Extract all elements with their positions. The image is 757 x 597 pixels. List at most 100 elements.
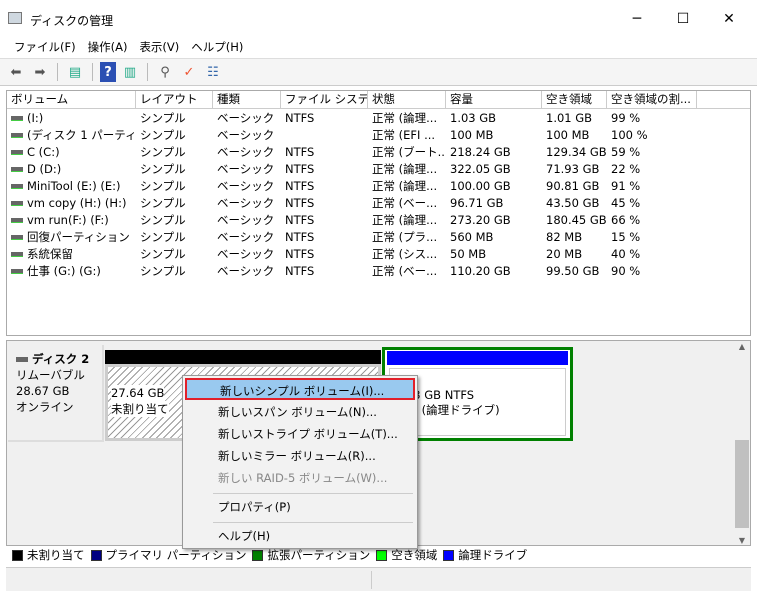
cell-text: シンプル (140, 179, 186, 193)
cell-text: 99.50 GB (546, 264, 600, 278)
properties-list-icon[interactable]: ☷ (203, 62, 223, 82)
table-row[interactable]: vm copy (H:) (H:) シンプル ベーシック NTFS 正常 (ベー... 9… (7, 195, 750, 212)
cell-text: 273.20 GB (450, 213, 511, 227)
table-row[interactable]: (I:) シンプル ベーシック NTFS 正常 (論理... 1.03 GB 1.01 GB… (7, 110, 750, 127)
cell-type: ベーシック (213, 178, 281, 195)
cell-text: 回復パーティション (27, 230, 130, 244)
menu-item-new-mirrored-volume[interactable]: 新しいミラー ボリューム(R)... (185, 445, 415, 467)
cell-volume: 仕事 (G:) (G:) (7, 263, 136, 280)
drive-icon (11, 269, 23, 274)
column-header-free-percent[interactable]: 空き領域の割... (607, 91, 697, 109)
cell-text: シンプル (140, 213, 186, 227)
menu-item-new-striped-volume[interactable]: 新しいストライプ ボリューム(T)... (185, 423, 415, 445)
cell-free-percent: 59 % (607, 144, 697, 161)
menu-item-new-spanned-volume[interactable]: 新しいスパン ボリューム(N)... (185, 401, 415, 423)
scroll-thumb[interactable] (735, 440, 749, 528)
cell-volume: MiniTool (E:) (E:) (7, 178, 136, 195)
cell-free-percent: 91 % (607, 178, 697, 195)
drive-icon (11, 150, 23, 155)
show-hide-action-pane-icon[interactable]: ▥ (120, 62, 140, 82)
cell-layout: シンプル (136, 178, 213, 195)
cell-text: MiniTool (E:) (E:) (27, 179, 121, 193)
cell-filesystem: NTFS (281, 246, 368, 263)
disk-2-label[interactable]: ディスク 2 リムーバブル 28.67 GB オンライン (8, 345, 104, 442)
cell-layout: シンプル (136, 110, 213, 127)
cell-capacity: 273.20 GB (446, 212, 542, 229)
forward-icon[interactable]: ➡ (30, 62, 50, 82)
table-row[interactable]: 系統保留 シンプル ベーシック NTFS 正常 (シス... 50 MB 20 MB 40 % (7, 246, 750, 263)
cell-text: 129.34 GB (546, 145, 607, 159)
cell-text: ベーシック (217, 111, 275, 125)
menu-action[interactable]: 操作(A) (82, 38, 134, 58)
cell-volume: vm run(F:) (F:) (7, 212, 136, 229)
disk-type: リムーバブル (16, 368, 85, 382)
column-header-capacity[interactable]: 容量 (446, 91, 542, 109)
cell-layout: シンプル (136, 144, 213, 161)
menu-file[interactable]: ファイル(F) (8, 38, 82, 58)
column-header-free-space[interactable]: 空き領域 (542, 91, 607, 109)
drive-icon (11, 167, 23, 172)
cell-free-space: 129.34 GB (542, 144, 607, 161)
cell-filesystem: NTFS (281, 212, 368, 229)
cell-type: ベーシック (213, 212, 281, 229)
table-row[interactable]: MiniTool (E:) (E:) シンプル ベーシック NTFS 正常 (論理...… (7, 178, 750, 195)
menu-item-new-raid5-volume: 新しい RAID-5 ボリューム(W)... (218, 471, 388, 485)
cell-text: 22 % (611, 162, 641, 176)
cell-text: 正常 (論理... (372, 179, 438, 193)
cell-free-percent: 99 % (607, 110, 697, 127)
scroll-up-icon[interactable]: ▲ (734, 342, 750, 351)
help-icon[interactable]: ? (100, 62, 116, 82)
scroll-down-icon[interactable]: ▼ (734, 536, 750, 545)
column-header-type[interactable]: 種類 (213, 91, 281, 109)
maximize-button[interactable]: ☐ (660, 4, 706, 34)
table-row[interactable]: 回復パーティション シンプル ベーシック NTFS 正常 (プラ... 560 MB 82 … (7, 229, 750, 246)
unallocated-size: 27.64 GB (111, 385, 165, 401)
legend-swatch (12, 549, 23, 561)
column-header-layout[interactable]: レイアウト (136, 91, 213, 109)
cell-status: 正常 (EFI ... (368, 127, 446, 144)
logical-drive-bar (387, 351, 568, 365)
vertical-scrollbar[interactable]: ▲ ▼ (734, 342, 750, 545)
menu-item-properties[interactable]: プロパティ(P) (185, 496, 415, 518)
cell-free-percent: 15 % (607, 229, 697, 246)
table-row[interactable]: vm run(F:) (F:) シンプル ベーシック NTFS 正常 (論理... 273… (7, 212, 750, 229)
cell-layout: シンプル (136, 127, 213, 144)
table-row[interactable]: D (D:) シンプル ベーシック NTFS 正常 (論理... 322.05 GB 71.… (7, 161, 750, 178)
cell-text: ベーシック (217, 264, 275, 278)
cell-type: ベーシック (213, 110, 281, 127)
cell-capacity: 50 MB (446, 246, 542, 263)
column-header-status[interactable]: 状態 (368, 91, 446, 109)
cell-text: ベーシック (217, 196, 275, 210)
connect-disk-icon[interactable]: ⚲ (155, 62, 175, 82)
column-header-volume[interactable]: ボリューム (7, 91, 136, 109)
back-icon[interactable]: ⬅ (6, 62, 26, 82)
table-row[interactable]: C (C:) シンプル ベーシック NTFS 正常 (ブート... 218.24 GB 12… (7, 144, 750, 161)
unallocated-label: 未割り当て (111, 401, 169, 417)
cell-type: ベーシック (213, 229, 281, 246)
minimize-button[interactable]: ─ (614, 4, 660, 34)
cell-filesystem: NTFS (281, 178, 368, 195)
unallocated-bar (105, 350, 381, 364)
table-row[interactable]: (ディスク 1 パーティシ... シンプル ベーシック 正常 (EFI ... 100 … (7, 127, 750, 144)
disk-status: オンライン (16, 400, 74, 414)
table-row[interactable]: 仕事 (G:) (G:) シンプル ベーシック NTFS 正常 (ベー... 110.20… (7, 263, 750, 280)
menu-view[interactable]: 表示(V) (133, 38, 185, 58)
cell-text: ベーシック (217, 247, 275, 261)
menu-item-new-simple-volume[interactable]: 新しいシンプル ボリューム(I)... (185, 378, 415, 400)
menu-help[interactable]: ヘルプ(H) (185, 38, 249, 58)
divider (92, 63, 93, 81)
menu-item-help[interactable]: ヘルプ(H) (185, 525, 415, 547)
close-button[interactable]: ✕ (706, 4, 752, 34)
cell-text: 560 MB (450, 230, 494, 244)
check-icon[interactable]: ✓ (179, 62, 199, 82)
show-hide-console-tree-icon[interactable]: ▤ (65, 62, 85, 82)
cell-type: ベーシック (213, 127, 281, 144)
cell-free-space: 20 MB (542, 246, 607, 263)
logical-drive-status: 正常 (論理ドライブ) (395, 403, 500, 417)
column-header-filesystem[interactable]: ファイル システム (281, 91, 368, 109)
window-title: ディスクの管理 (30, 14, 114, 28)
cell-volume: 回復パーティション (7, 229, 136, 246)
cell-type: ベーシック (213, 144, 281, 161)
volume-list[interactable]: ボリューム レイアウト 種類 ファイル システム 状態 容量 空き領域 空き領域… (6, 90, 751, 336)
drive-icon (11, 235, 23, 240)
